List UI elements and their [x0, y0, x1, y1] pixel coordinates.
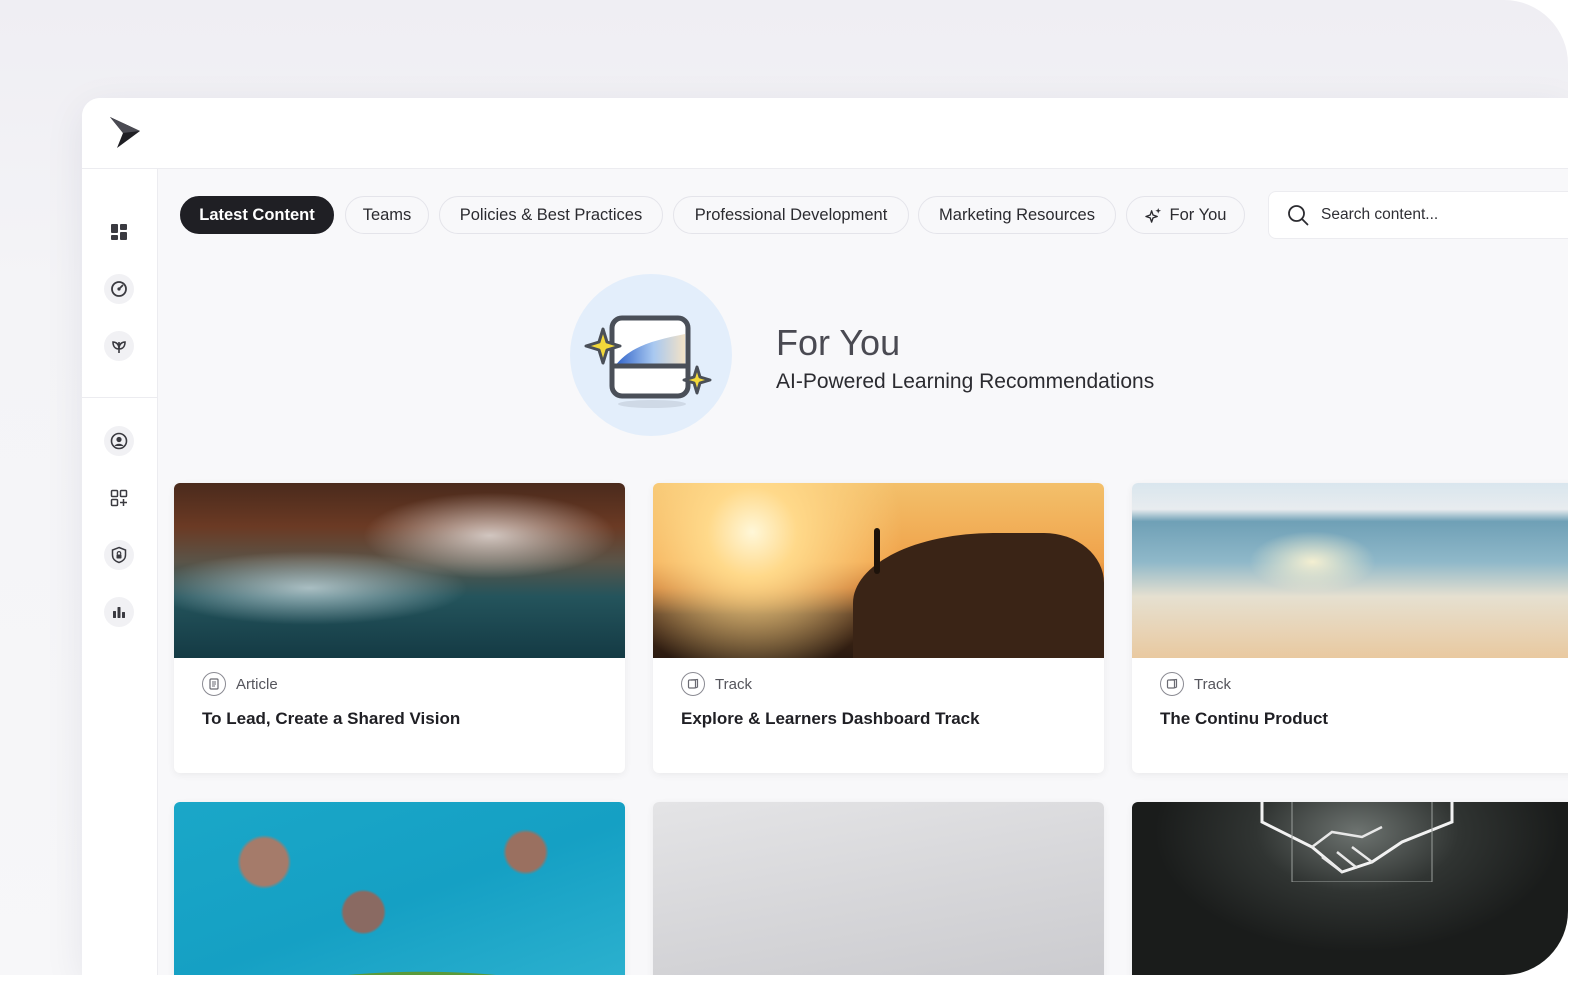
logo-icon[interactable] [109, 116, 141, 150]
hero-title: For You [776, 322, 901, 363]
device-frame: Latest Content Teams Policies & Best Pra… [0, 0, 1568, 975]
content-card[interactable]: Track Explore & Learners Dashboard Track [653, 483, 1104, 773]
card-title: To Lead, Create a Shared Vision [202, 709, 461, 728]
neon-handshake-icon [1260, 802, 1454, 882]
card-title: The Continu Product [1160, 709, 1329, 728]
grid-icon [111, 224, 127, 240]
tab-label: Latest Content [199, 205, 315, 224]
tab-label: Professional Development [694, 205, 888, 224]
apps-add-icon [110, 489, 128, 507]
user-circle-icon [110, 432, 128, 450]
tab-label: Marketing Resources [939, 205, 1095, 224]
person-silhouette [874, 528, 880, 574]
content-card[interactable]: Track The Continu Product [1132, 483, 1568, 773]
sidebar-divider [82, 397, 157, 398]
bar-chart-icon [113, 607, 125, 618]
search-input[interactable] [1319, 205, 1543, 225]
sidebar-item-security[interactable] [104, 540, 134, 570]
card-type: Track [715, 675, 752, 693]
tab-policies-best-practices[interactable]: Policies & Best Practices [439, 196, 663, 234]
card-title: Explore & Learners Dashboard Track [681, 709, 980, 728]
card-image [653, 483, 1104, 658]
sidebar-item-performance[interactable] [104, 274, 134, 304]
tab-label: Policies & Best Practices [459, 205, 643, 224]
sparkle-icon [1144, 207, 1161, 223]
content-card[interactable] [1132, 802, 1568, 975]
hero-subtitle: AI-Powered Learning Recommendations [776, 370, 1155, 393]
top-bar [82, 98, 1568, 169]
tab-latest-content[interactable]: Latest Content [180, 196, 334, 234]
card-meta: Track [1160, 672, 1231, 696]
card-type: Article [236, 675, 278, 693]
card-image [1132, 802, 1568, 975]
sidebar-item-dashboard[interactable] [104, 217, 134, 247]
tab-label: For You [1169, 205, 1227, 224]
sidebar-item-profile[interactable] [104, 426, 134, 456]
card-meta: Article [202, 672, 278, 696]
card-image [653, 802, 1104, 975]
card-image [174, 483, 625, 658]
card-meta: Track [681, 672, 752, 696]
card-image [1132, 483, 1568, 658]
search-icon [1288, 205, 1309, 226]
sidebar [82, 169, 158, 975]
tab-teams[interactable]: Teams [345, 196, 429, 234]
ai-recommendation-icon [584, 315, 712, 408]
gauge-icon [111, 281, 127, 297]
sidebar-item-growth[interactable] [104, 331, 134, 361]
tab-marketing-resources[interactable]: Marketing Resources [918, 196, 1116, 234]
content-card[interactable] [653, 802, 1104, 975]
article-icon [202, 672, 226, 696]
tab-professional-development[interactable]: Professional Development [673, 196, 909, 234]
sidebar-item-apps[interactable] [104, 483, 134, 513]
rock-shape [853, 533, 1104, 658]
track-icon [1160, 672, 1184, 696]
tab-label: Teams [362, 205, 412, 224]
for-you-illustration [570, 274, 732, 436]
tab-for-you[interactable]: For You [1126, 196, 1245, 234]
sidebar-item-analytics[interactable] [104, 597, 134, 627]
card-type: Track [1194, 675, 1231, 693]
app-window: Latest Content Teams Policies & Best Pra… [82, 98, 1568, 975]
content-card[interactable] [174, 802, 625, 975]
track-icon [681, 672, 705, 696]
search-box[interactable] [1268, 191, 1568, 239]
content-card[interactable]: Article To Lead, Create a Shared Vision [174, 483, 625, 773]
shield-lock-icon [111, 546, 127, 564]
card-image [174, 802, 625, 975]
sprout-icon [112, 341, 126, 353]
